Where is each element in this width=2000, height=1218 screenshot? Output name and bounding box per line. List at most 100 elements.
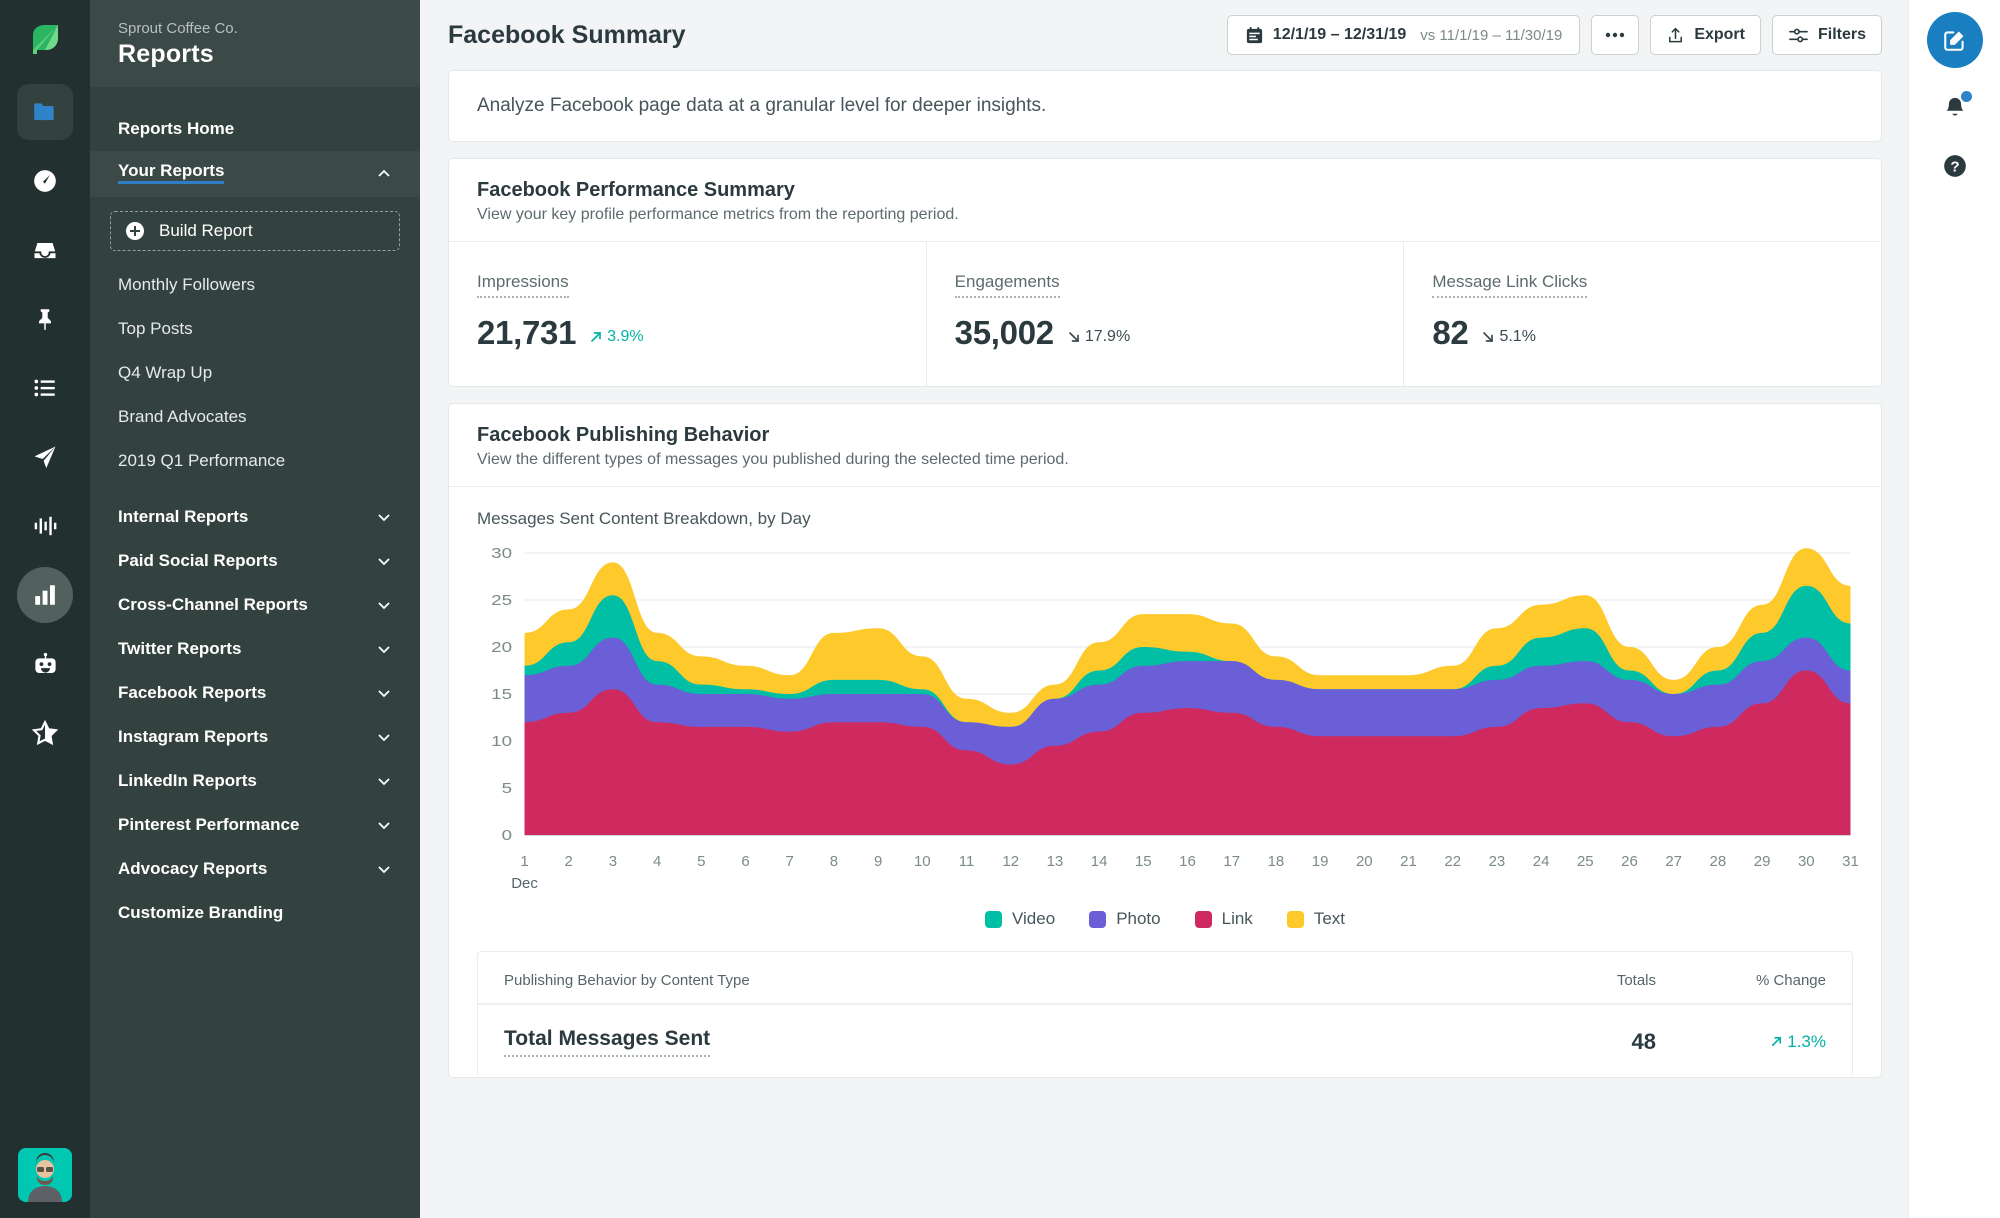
legend-item-video[interactable]: Video <box>985 909 1055 929</box>
user-avatar[interactable] <box>18 1148 72 1202</box>
sidebar-group-twitter-reports[interactable]: Twitter Reports <box>90 627 420 671</box>
sidebar-item-reports-home[interactable]: Reports Home <box>90 107 420 151</box>
arrow-down-right-icon <box>1067 330 1081 344</box>
sidebar-item-2019-q1-performance[interactable]: 2019 Q1 Performance <box>90 439 420 483</box>
sidebar-item-your-reports[interactable]: Your Reports <box>90 151 420 197</box>
right-rail: ? <box>1908 0 2000 1218</box>
rail-item-listening[interactable] <box>17 498 73 554</box>
date-range-picker[interactable]: 12/1/19 – 12/31/19 vs 11/1/19 – 11/30/19 <box>1226 15 1581 55</box>
filters-button[interactable]: Filters <box>1771 15 1882 55</box>
date-compare-value: vs 11/1/19 – 11/30/19 <box>1420 26 1563 44</box>
sidebar-item-label: Top Posts <box>118 319 193 338</box>
rail-item-publishing[interactable] <box>17 84 73 140</box>
notifications-button[interactable] <box>1937 90 1973 126</box>
filters-label: Filters <box>1817 26 1866 43</box>
legend-label: Video <box>1012 909 1056 928</box>
stacked-area-chart[interactable]: 0 5 10 15 20 25 30 <box>477 545 1853 845</box>
x-axis-tick: 21 <box>1400 853 1417 870</box>
performance-summary-title: Facebook Performance Summary <box>477 179 795 201</box>
chevron-down-icon <box>376 685 392 701</box>
svg-text:30: 30 <box>491 545 512 562</box>
column-header-change: % Change <box>1755 972 1826 989</box>
x-axis-tick: 26 <box>1621 853 1638 870</box>
rail-item-tasks[interactable] <box>17 360 73 416</box>
x-axis-tick: 5 <box>697 853 706 870</box>
sidebar-item-label: 2019 Q1 Performance <box>118 451 286 470</box>
chevron-down-icon <box>376 641 392 657</box>
sidebar-group-facebook-reports[interactable]: Facebook Reports <box>90 671 420 715</box>
publishing-behavior-subtitle: View the different types of messages you… <box>477 451 1069 468</box>
sidebar-item-q4-wrap-up[interactable]: Q4 Wrap Up <box>90 351 420 395</box>
table-cell-name-wrap: Total Messages Sent <box>504 1027 1466 1057</box>
chevron-down-icon <box>376 509 392 525</box>
metric-label[interactable]: Message Link Clicks <box>1432 272 1588 298</box>
sprout-leaf-logo[interactable] <box>18 14 72 68</box>
sidebar-item-brand-advocates[interactable]: Brand Advocates <box>90 395 420 439</box>
question-circle-icon: ? <box>1942 153 1968 179</box>
sidebar-group-label: Pinterest Performance <box>118 815 300 834</box>
sidebar-item-top-posts[interactable]: Top Posts <box>90 307 420 351</box>
sidebar-title: Reports <box>118 40 214 68</box>
sidebar-group-instagram-reports[interactable]: Instagram Reports <box>90 715 420 759</box>
svg-text:5: 5 <box>502 780 512 797</box>
sidebar-group-cross-channel-reports[interactable]: Cross-Channel Reports <box>90 583 420 627</box>
svg-text:20: 20 <box>491 639 512 656</box>
sidebar-item-label: Your Reports <box>118 162 225 184</box>
build-report-button[interactable]: Build Report <box>110 211 400 251</box>
metric-label[interactable]: Impressions <box>477 272 569 298</box>
sidebar-item-customize-branding[interactable]: Customize Branding <box>90 891 420 935</box>
legend-item-text[interactable]: Text <box>1286 909 1345 929</box>
compose-button[interactable] <box>1926 12 1983 68</box>
x-axis-tick: 1 <box>520 853 529 870</box>
table-cell-change-value: 1.3% <box>1787 1032 1826 1051</box>
sidebar-group-paid-social-reports[interactable]: Paid Social Reports <box>90 539 420 583</box>
sidebar-item-label: Brand Advocates <box>118 407 247 426</box>
sidebar-group-advocacy-reports[interactable]: Advocacy Reports <box>90 847 420 891</box>
chevron-up-icon <box>376 166 392 182</box>
x-axis-tick: 6 <box>741 853 750 870</box>
rail-item-reports[interactable] <box>17 567 73 623</box>
x-axis-tick: 24 <box>1532 853 1550 870</box>
arrow-up-right-icon <box>1770 1032 1788 1051</box>
legend-swatch-icon <box>1089 910 1107 928</box>
rail-item-inbox[interactable] <box>17 222 73 278</box>
export-upload-icon <box>1666 26 1685 45</box>
export-button[interactable]: Export <box>1650 15 1761 55</box>
help-button[interactable]: ? <box>1937 148 1973 184</box>
legend-item-link[interactable]: Link <box>1194 909 1253 929</box>
legend-swatch-icon <box>1194 910 1212 928</box>
sidebar-group-label: Paid Social Reports <box>118 551 278 570</box>
rail-item-publishing-send[interactable] <box>17 429 73 485</box>
rail-item-reviews[interactable] <box>17 705 73 761</box>
x-axis-tick: 7 <box>785 853 794 870</box>
metric-change-value: 5.1% <box>1499 328 1536 345</box>
sidebar-group-label: Customize Branding <box>118 903 284 922</box>
rail-item-dashboard[interactable] <box>17 153 73 209</box>
metric-change-value: 17.9% <box>1084 328 1131 345</box>
sidebar-group-label: Facebook Reports <box>118 683 267 702</box>
x-axis-tick: 16 <box>1179 853 1196 870</box>
table-cell-name[interactable]: Total Messages Sent <box>504 1027 711 1057</box>
chevron-down-icon <box>376 773 392 789</box>
arrow-up-right-icon <box>589 330 603 344</box>
rail-item-pinned[interactable] <box>17 291 73 347</box>
legend-item-photo[interactable]: Photo <box>1089 909 1161 929</box>
metric-label[interactable]: Engagements <box>954 272 1060 298</box>
svg-text:?: ? <box>1950 158 1959 175</box>
sidebar-group-internal-reports[interactable]: Internal Reports <box>90 495 420 539</box>
sidebar-group-label: Cross-Channel Reports <box>118 595 308 614</box>
sidebar-body: Reports Home Your Reports Build Report M… <box>90 87 420 1218</box>
performance-summary-card: Facebook Performance Summary View your k… <box>448 158 1882 387</box>
chevron-down-icon <box>376 597 392 613</box>
sidebar-item-monthly-followers[interactable]: Monthly Followers <box>90 263 420 307</box>
more-options-button[interactable] <box>1591 15 1640 55</box>
sidebar-group-label: LinkedIn Reports <box>118 771 257 790</box>
metric-value-row: 21,731 3.9% <box>477 314 898 352</box>
rail-item-bots[interactable] <box>17 636 73 692</box>
sidebar-group-linkedin-reports[interactable]: LinkedIn Reports <box>90 759 420 803</box>
publishing-behavior-table: Publishing Behavior by Content Type Tota… <box>477 951 1853 1077</box>
chevron-down-icon <box>376 861 392 877</box>
chevron-down-icon <box>376 729 392 745</box>
sidebar-group-pinterest-performance[interactable]: Pinterest Performance <box>90 803 420 847</box>
chevron-down-icon <box>376 817 392 833</box>
